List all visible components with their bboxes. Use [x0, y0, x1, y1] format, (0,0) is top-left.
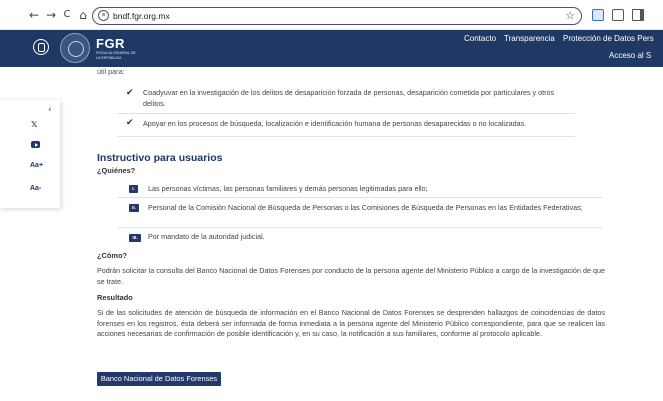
url-text[interactable]: bndf.fgr.org.mx [113, 10, 170, 22]
check-text: Coadyuvar en la investigación de los del… [143, 88, 555, 108]
site-header: FGR FISCALÍA GENERAL DE LA REPÚBLICA Con… [0, 30, 663, 67]
roman-badge: I. [129, 185, 138, 193]
roman-text: Las personas víctimas, las personas fami… [148, 184, 428, 193]
roman-text: Por mandato de la autoridad judicial. [148, 232, 265, 241]
nav-acceso[interactable]: Acceso al S [609, 51, 651, 60]
roman-badge: II. [129, 204, 139, 212]
cut-text: útil para: [97, 67, 125, 76]
resultado-paragraph: Si de las solicitudes de atención de bús… [97, 308, 605, 339]
list-item: II. Personal de la Comisión Nacional de … [117, 198, 603, 228]
home-icon[interactable]: ⌂ [76, 8, 90, 22]
list-item: ✔ Apoyar en los procesos de búsqueda, lo… [117, 114, 575, 137]
accessibility-sidebar: ‹ 𝕏 Aa+ Aa- [0, 100, 60, 208]
forward-icon[interactable]: → [44, 8, 58, 22]
increase-font-button[interactable]: Aa+ [30, 162, 43, 169]
instructivo-heading: Instructivo para usuarios [97, 152, 223, 164]
nav-contacto[interactable]: Contacto [464, 34, 496, 43]
site-info-icon[interactable]: ≡ [98, 10, 109, 21]
accessibility-seal-icon[interactable] [33, 39, 49, 55]
resultado-heading: Resultado [97, 293, 133, 302]
quienes-heading: ¿Quiénes? [97, 166, 136, 175]
fgr-emblem-logo[interactable] [60, 33, 90, 63]
extension-icon[interactable] [592, 9, 604, 21]
reload-icon[interactable]: C [60, 8, 74, 22]
check-icon: ✔ [126, 118, 134, 128]
banco-nacional-button[interactable]: Banco Nacional de Datos Forenses [97, 372, 221, 386]
nav-transparencia[interactable]: Transparencia [504, 34, 555, 43]
como-heading: ¿Cómo? [97, 251, 127, 260]
list-item: ✔ Coadyuvar en la investigación de los d… [117, 85, 575, 114]
x-social-icon[interactable]: 𝕏 [31, 120, 37, 129]
youtube-icon[interactable] [31, 141, 40, 148]
como-paragraph: Podrán solicitar la consulta del Banco N… [97, 266, 605, 286]
brand-title[interactable]: FGR [96, 36, 125, 51]
roman-badge: III. [129, 234, 141, 242]
puzzle-extensions-icon[interactable] [612, 9, 624, 21]
address-bar[interactable]: ≡ bndf.fgr.org.mx ☆ [92, 7, 582, 25]
nav-proteccion-datos[interactable]: Protección de Datos Pers [563, 34, 654, 43]
side-panel-icon[interactable] [632, 9, 644, 21]
roman-text: Personal de la Comisión Nacional de Búsq… [148, 203, 583, 212]
check-icon: ✔ [126, 88, 134, 98]
bookmark-star-icon[interactable]: ☆ [565, 9, 575, 23]
chevron-left-icon[interactable]: ‹ [48, 105, 52, 115]
brand-subtitle: FISCALÍA GENERAL DE LA REPÚBLICA [96, 51, 136, 60]
list-item: I. Las personas víctimas, las personas f… [117, 180, 603, 198]
check-text: Apoyar en los procesos de búsqueda, loca… [143, 119, 527, 128]
decrease-font-button[interactable]: Aa- [30, 185, 41, 192]
back-icon[interactable]: ← [27, 8, 41, 22]
browser-toolbar: ← → C ⌂ ≡ bndf.fgr.org.mx ☆ [0, 0, 663, 30]
list-item: III. Por mandato de la autoridad judicia… [117, 228, 603, 247]
